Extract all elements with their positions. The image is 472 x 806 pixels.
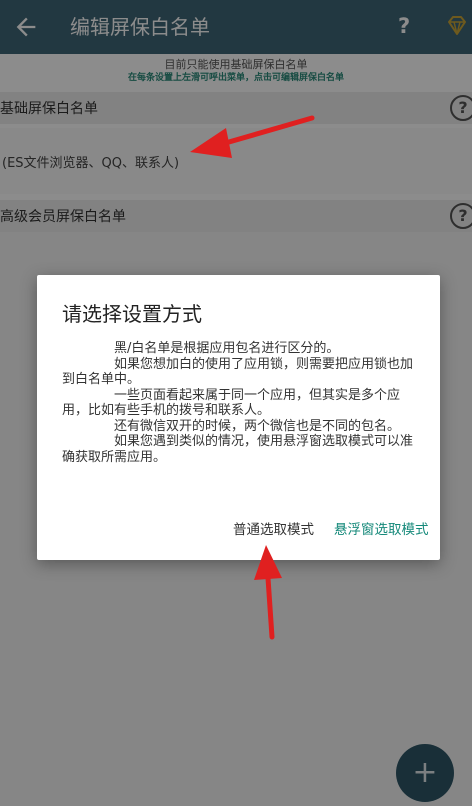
dialog-paragraph: 黑/白名单是根据应用包名进行区分的。	[114, 341, 340, 356]
dialog-paragraph: 如果您遇到类似的情况，使用悬浮窗选取模式可以准确获取所需应用。	[62, 434, 414, 465]
floating-window-mode-button[interactable]: 悬浮窗选取模式	[334, 518, 429, 538]
selection-mode-dialog: 请选择设置方式 黑/白名单是根据应用包名进行区分的。 如果您想加白的使用了应用锁…	[37, 275, 440, 560]
dialog-title: 请选择设置方式	[62, 302, 202, 326]
dialog-paragraph: 如果您想加白的使用了应用锁，则需要把应用锁也加到白名单中。	[62, 356, 414, 388]
normal-mode-button[interactable]: 普通选取模式	[233, 518, 314, 538]
dialog-paragraph: 一些页面看起来属于同一个应用，但其实是多个应用，比如有些手机的拨号和联系人。	[62, 387, 401, 419]
dialog-paragraph: 还有微信双开的时候，两个微信也是不同的包名。	[114, 418, 401, 434]
dialog-body: 黑/白名单是根据应用包名进行区分的。 如果您想加白的使用了应用锁，则需要把应用锁…	[62, 341, 414, 465]
